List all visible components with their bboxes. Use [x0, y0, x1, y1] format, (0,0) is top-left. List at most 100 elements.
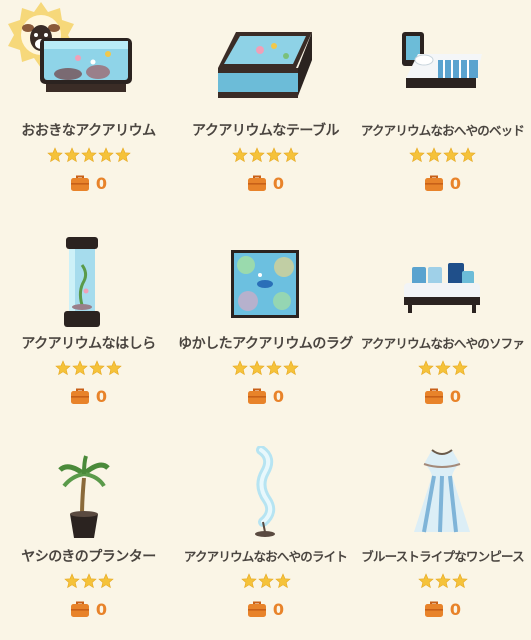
- star-icon: [417, 573, 434, 589]
- item-thumbnail: [177, 219, 354, 329]
- star-icon: [89, 360, 105, 376]
- star-rating: [0, 573, 177, 595]
- item-thumbnail: [0, 432, 177, 542]
- star-icon: [114, 147, 131, 163]
- star-icon: [46, 147, 63, 163]
- star-icon: [55, 360, 71, 376]
- star-rating: [0, 147, 177, 169]
- star-icon: [249, 147, 265, 163]
- aquarium-rug-icon: [231, 250, 299, 318]
- star-icon: [240, 573, 257, 589]
- star-icon: [63, 147, 80, 163]
- aquarium-pillar-icon: [64, 237, 100, 327]
- star-icon: [451, 573, 468, 589]
- count-value: 0: [272, 599, 285, 619]
- star-icon: [451, 360, 468, 376]
- star-icon: [283, 147, 299, 163]
- star-icon: [443, 147, 459, 163]
- item-card[interactable]: アクアリウムなおへやのライト 0: [177, 426, 354, 640]
- item-name: アクアリウムなおへやのソファ: [360, 336, 525, 351]
- owned-count: 0: [354, 172, 531, 194]
- item-thumbnail: [354, 6, 531, 116]
- large-aquarium-icon: [40, 38, 132, 92]
- star-icon: [232, 360, 248, 376]
- item-name: ゆかしたアクアリウムのラグ: [178, 336, 353, 352]
- star-icon: [63, 573, 80, 589]
- item-name: おおきなアクアリウム: [21, 123, 156, 139]
- item-name: ブルーストライプなワンピース: [361, 549, 524, 564]
- orange-toolbox-icon: [247, 388, 266, 404]
- star-icon: [274, 573, 291, 589]
- owned-count: 0: [177, 598, 354, 620]
- item-name: アクアリウムなおへやのベッド: [360, 123, 525, 138]
- item-card[interactable]: アクアリウムなはしら 0: [0, 213, 177, 426]
- star-icon: [409, 147, 425, 163]
- item-thumbnail: [354, 432, 531, 542]
- owned-count: 0: [177, 172, 354, 194]
- star-icon: [97, 147, 114, 163]
- palm-planter-icon: [58, 455, 110, 538]
- orange-toolbox-icon: [424, 601, 443, 617]
- item-thumbnail: [354, 219, 531, 329]
- star-icon: [283, 360, 299, 376]
- orange-toolbox-icon: [70, 175, 89, 191]
- count-value: 0: [95, 386, 108, 406]
- item-thumbnail: [0, 219, 177, 329]
- item-thumbnail: [177, 6, 354, 116]
- owned-count: 0: [177, 385, 354, 407]
- orange-toolbox-icon: [424, 388, 443, 404]
- count-value: 0: [95, 173, 108, 193]
- star-icon: [426, 147, 442, 163]
- orange-toolbox-icon: [70, 601, 89, 617]
- count-value: 0: [95, 599, 108, 619]
- star-rating: [177, 360, 354, 382]
- star-rating: [177, 147, 354, 169]
- star-icon: [80, 573, 97, 589]
- aquarium-lamp-icon: [255, 446, 276, 537]
- star-icon: [266, 147, 282, 163]
- orange-toolbox-icon: [247, 601, 266, 617]
- item-card[interactable]: ブルーストライプなワンピース 0: [354, 426, 531, 640]
- star-rating: [0, 360, 177, 382]
- item-name: アクアリウムなはしら: [21, 336, 156, 352]
- orange-toolbox-icon: [247, 175, 266, 191]
- star-icon: [257, 573, 274, 589]
- owned-count: 0: [354, 385, 531, 407]
- star-icon: [249, 360, 265, 376]
- count-value: 0: [449, 599, 462, 619]
- count-value: 0: [272, 386, 285, 406]
- item-card[interactable]: ヤシのきのプランター 0: [0, 426, 177, 640]
- item-thumbnail: [177, 432, 354, 542]
- star-icon: [72, 360, 88, 376]
- star-icon: [106, 360, 122, 376]
- item-thumbnail: [0, 2, 177, 116]
- star-rating: [354, 147, 531, 169]
- star-rating: [177, 573, 354, 595]
- star-icon: [434, 360, 451, 376]
- star-icon: [80, 147, 97, 163]
- item-name: ヤシのきのプランター: [21, 549, 156, 565]
- item-grid: おおきなアクアリウム 0 アクアリウムなテーブル 0 アクアリウムなおへやのベッ…: [0, 0, 531, 640]
- orange-toolbox-icon: [424, 175, 443, 191]
- owned-count: 0: [0, 598, 177, 620]
- star-icon: [434, 573, 451, 589]
- aquarium-sofa-icon: [404, 263, 480, 313]
- star-icon: [460, 147, 476, 163]
- item-card[interactable]: アクアリウムなおへやのソファ 0: [354, 213, 531, 426]
- star-icon: [97, 573, 114, 589]
- item-card[interactable]: ゆかしたアクアリウムのラグ 0: [177, 213, 354, 426]
- aquarium-bed-icon: [402, 32, 482, 88]
- owned-count: 0: [354, 598, 531, 620]
- item-card[interactable]: アクアリウムなテーブル 0: [177, 0, 354, 213]
- count-value: 0: [449, 386, 462, 406]
- owned-count: 0: [0, 385, 177, 407]
- item-card[interactable]: アクアリウムなおへやのベッド 0: [354, 0, 531, 213]
- count-value: 0: [272, 173, 285, 193]
- blue-stripe-dress-icon: [414, 449, 470, 533]
- item-card[interactable]: おおきなアクアリウム 0: [0, 0, 177, 213]
- count-value: 0: [449, 173, 462, 193]
- star-rating: [354, 573, 531, 595]
- orange-toolbox-icon: [70, 388, 89, 404]
- star-icon: [232, 147, 248, 163]
- star-icon: [417, 360, 434, 376]
